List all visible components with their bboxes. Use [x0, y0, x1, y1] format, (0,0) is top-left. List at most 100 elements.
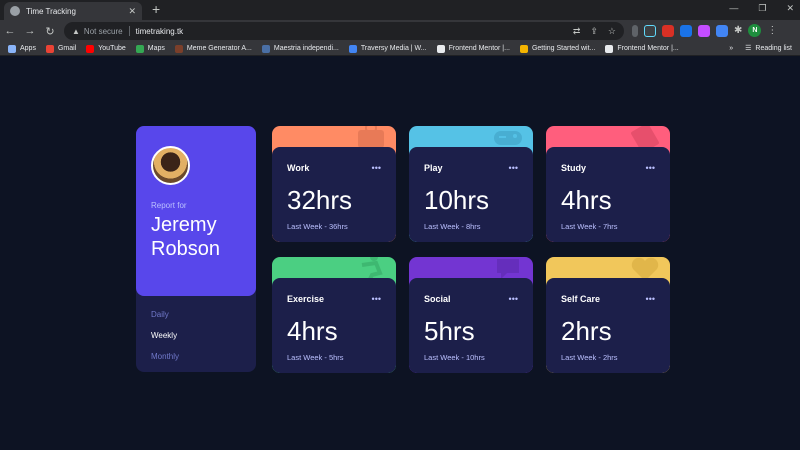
card-title: Work — [287, 163, 310, 173]
profile-card: Report for Jeremy Robson Daily Weekly Mo… — [136, 126, 256, 372]
card-title: Play — [424, 163, 443, 173]
extension-icon[interactable] — [632, 24, 638, 37]
current-hours: 10hrs — [424, 185, 490, 215]
maps-icon — [135, 44, 144, 53]
ellipsis-icon[interactable]: ••• — [646, 294, 655, 304]
address-bar[interactable]: ▲ Not secure timetraking.tk ⇄ ⇪ ☆ — [64, 22, 624, 40]
url-text: timetraking.tk — [135, 26, 184, 36]
activity-card-work: Work ••• 32hrs Last Week - 36hrs — [272, 126, 396, 242]
bookmarks-bar: Apps Gmail YouTube Maps Meme Generator A… — [0, 42, 800, 56]
close-tab-icon[interactable]: ✕ — [128, 6, 136, 17]
user-name: Jeremy Robson — [151, 213, 241, 261]
card-header: Play ••• — [424, 163, 518, 173]
bookmark-traversy[interactable]: Traversy Media | W... — [348, 44, 427, 53]
browser-tab[interactable]: Time Tracking ✕ — [4, 2, 142, 20]
window-controls: — ❐ ✕ — [729, 3, 794, 14]
card-body: Work ••• 32hrs Last Week - 36hrs — [272, 147, 396, 242]
adblock-icon[interactable] — [662, 24, 674, 37]
forward-icon[interactable]: → — [20, 25, 40, 37]
omnibox-actions: ⇄ ⇪ ☆ — [573, 26, 616, 37]
card-body: Social ••• 5hrs Last Week - 10hrs — [409, 278, 533, 373]
card-header: Study ••• — [561, 163, 655, 173]
bookmark-maestria[interactable]: Maestria independi... — [261, 44, 339, 53]
puzzle-icon[interactable]: ✱ — [734, 25, 742, 36]
last-name: Robson — [151, 238, 220, 260]
chevron-right-icon[interactable]: » — [729, 45, 733, 52]
bookmark-star-icon[interactable]: ☆ — [608, 26, 616, 37]
card-title: Self Care — [561, 294, 601, 304]
activity-card-self-care: Self Care ••• 2hrs Last Week - 2hrs — [546, 257, 670, 373]
bookmark-frontend-mentor-2[interactable]: Frontend Mentor |... — [605, 44, 679, 53]
previous-hours: Last Week - 10hrs — [424, 353, 485, 362]
warning-icon: ▲ — [72, 26, 80, 36]
frontend-mentor-icon — [436, 44, 445, 53]
bookmark-gmail[interactable]: Gmail — [45, 44, 76, 53]
activity-card-study: Study ••• 4hrs Last Week - 7hrs — [546, 126, 670, 242]
tab-title: Time Tracking — [26, 6, 76, 16]
browser-menu-icon[interactable]: ⋮ — [767, 25, 777, 36]
card-title: Exercise — [287, 294, 325, 304]
card-title: Social — [424, 294, 451, 304]
youtube-icon — [86, 44, 95, 53]
frontend-mentor-icon — [605, 44, 614, 53]
bookmark-youtube[interactable]: YouTube — [86, 44, 126, 53]
getting-started-icon — [519, 44, 528, 53]
activity-card-social: Social ••• 5hrs Last Week - 10hrs — [409, 257, 533, 373]
traversy-icon — [348, 44, 357, 53]
ellipsis-icon[interactable]: ••• — [509, 294, 518, 304]
reading-list-icon: ☰ — [745, 45, 752, 52]
timeframe-monthly[interactable]: Monthly — [151, 352, 179, 361]
card-header: Exercise ••• — [287, 294, 381, 304]
ellipsis-icon[interactable]: ••• — [509, 163, 518, 173]
avatar — [151, 146, 190, 185]
restore-icon[interactable]: ❐ — [758, 3, 766, 14]
timeframe-weekly[interactable]: Weekly — [151, 331, 179, 340]
timeframe-selector: Daily Weekly Monthly — [151, 310, 179, 373]
previous-hours: Last Week - 5hrs — [287, 353, 344, 362]
previous-hours: Last Week - 7hrs — [561, 222, 618, 231]
translate-icon[interactable]: ⇄ — [573, 26, 581, 37]
apps-grid-icon — [8, 44, 16, 53]
ellipsis-icon[interactable]: ••• — [372, 294, 381, 304]
share-icon[interactable]: ⇪ — [590, 26, 598, 37]
globe-icon — [10, 6, 20, 16]
first-name: Jeremy — [151, 214, 217, 236]
previous-hours: Last Week - 8hrs — [424, 222, 481, 231]
previous-hours: Last Week - 2hrs — [561, 353, 618, 362]
new-tab-icon[interactable]: + — [152, 1, 160, 17]
reload-icon[interactable]: ↻ — [40, 25, 60, 38]
bookmark-meme-generator[interactable]: Meme Generator A... — [174, 44, 252, 53]
document-icon — [261, 44, 270, 53]
ellipsis-icon[interactable]: ••• — [372, 163, 381, 173]
extensions-row: ✱ N ⋮ — [632, 24, 777, 37]
current-hours: 5hrs — [424, 316, 475, 346]
extension-icon[interactable] — [716, 24, 728, 37]
extension-icon[interactable] — [698, 24, 710, 37]
profile-header: Report for Jeremy Robson — [136, 126, 256, 296]
minimize-icon[interactable]: — — [729, 3, 738, 14]
bookmark-getting-started[interactable]: Getting Started wit... — [519, 44, 595, 53]
card-header: Social ••• — [424, 294, 518, 304]
reading-list-label[interactable]: Reading list — [755, 45, 792, 52]
timeframe-daily[interactable]: Daily — [151, 310, 179, 319]
bookmark-apps[interactable]: Apps — [8, 44, 36, 53]
extension-icon[interactable] — [680, 24, 692, 37]
activity-card-play: Play ••• 10hrs Last Week - 8hrs — [409, 126, 533, 242]
react-devtools-icon[interactable] — [644, 24, 656, 37]
card-body: Self Care ••• 2hrs Last Week - 2hrs — [546, 278, 670, 373]
bookmark-maps[interactable]: Maps — [135, 44, 165, 53]
current-hours: 32hrs — [287, 185, 353, 215]
card-body: Play ••• 10hrs Last Week - 8hrs — [409, 147, 533, 242]
not-secure-label: Not secure — [83, 26, 123, 36]
window-close-icon[interactable]: ✕ — [786, 3, 794, 14]
profile-avatar[interactable]: N — [748, 24, 762, 37]
bookmarks-overflow: » ☰ Reading list — [729, 44, 792, 53]
card-body: Study ••• 4hrs Last Week - 7hrs — [546, 147, 670, 242]
gmail-icon — [45, 44, 54, 53]
ellipsis-icon[interactable]: ••• — [646, 163, 655, 173]
report-for-label: Report for — [151, 201, 187, 210]
url-divider — [128, 26, 130, 36]
bookmark-frontend-mentor[interactable]: Frontend Mentor |... — [436, 44, 510, 53]
browser-tab-bar: Time Tracking ✕ + — ❐ ✕ — [0, 0, 800, 20]
back-icon[interactable]: ← — [0, 25, 20, 37]
